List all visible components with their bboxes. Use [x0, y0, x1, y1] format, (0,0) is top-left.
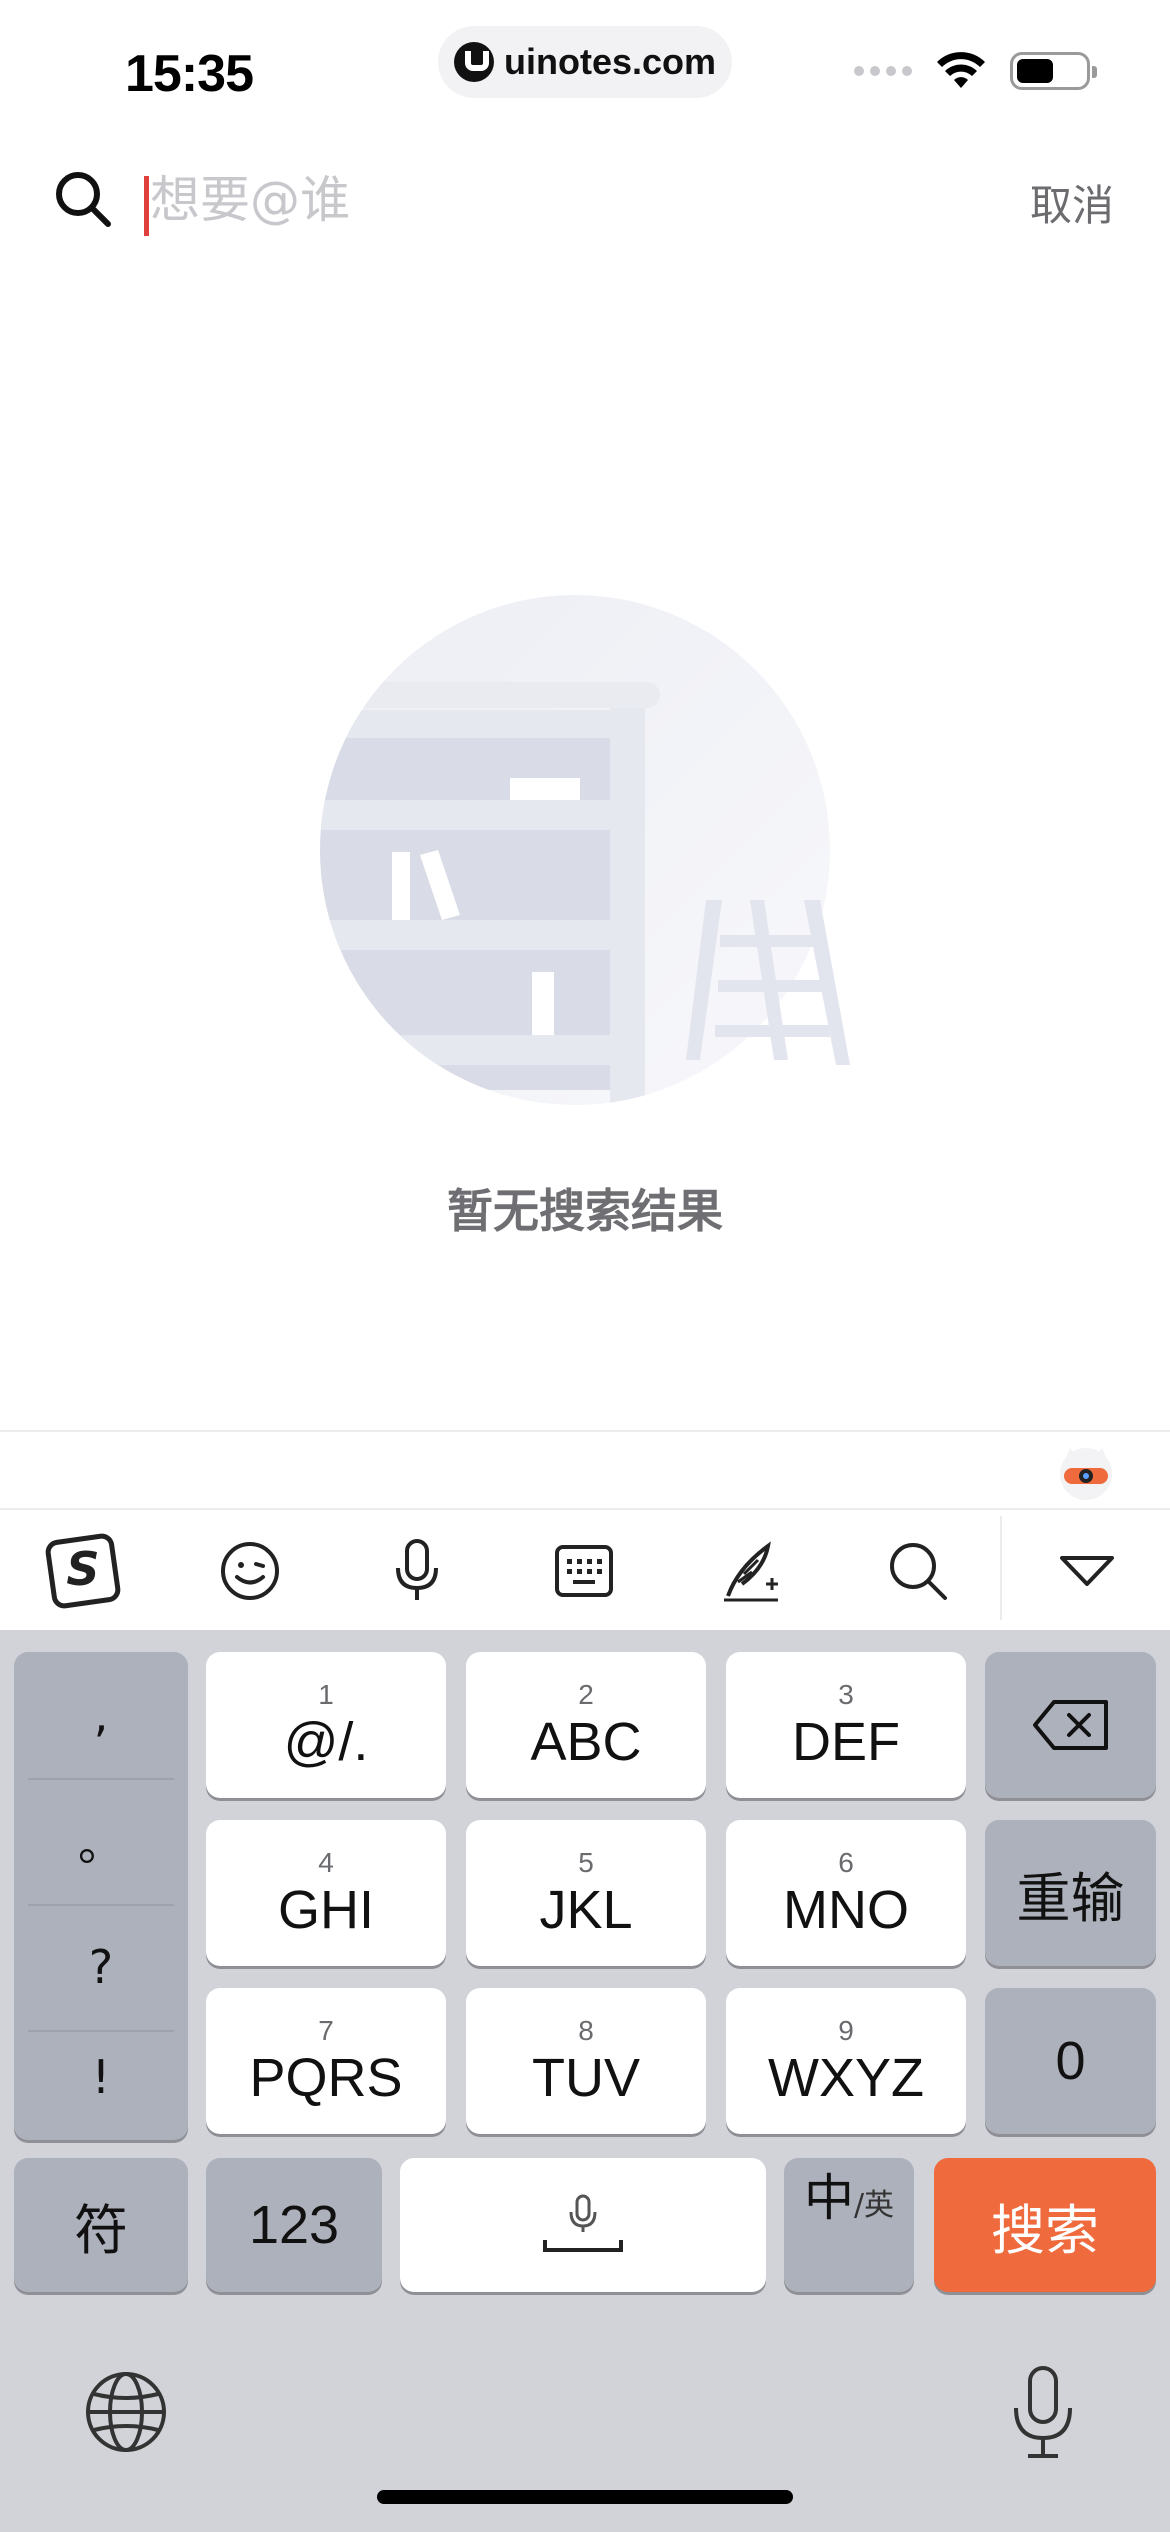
- symbol-key[interactable]: 符: [14, 2158, 188, 2292]
- dictation-mic-icon[interactable]: [1008, 2364, 1078, 2460]
- key-7[interactable]: 7 PQRS: [206, 1988, 446, 2134]
- cellular-signal-icon: [854, 66, 912, 76]
- key-0[interactable]: 0: [985, 1988, 1156, 2134]
- backspace-icon: [1032, 1700, 1108, 1750]
- key-5[interactable]: 5 JKL: [466, 1820, 706, 1966]
- search-key-label: 搜索: [991, 2198, 1099, 2262]
- key-number: 7: [318, 2015, 334, 2046]
- globe-icon[interactable]: [84, 2370, 168, 2454]
- key-letters: WXYZ: [768, 2048, 924, 2108]
- home-indicator[interactable]: [377, 2490, 793, 2504]
- sogou-logo-icon[interactable]: S: [42, 1530, 124, 1612]
- language-switch-key[interactable]: 中 /英: [784, 2158, 914, 2292]
- empty-state-message: 暂无搜索结果: [447, 1184, 723, 1238]
- numeric-label: 123: [248, 2195, 340, 2255]
- uinotes-logo-icon: [453, 42, 494, 82]
- key-4[interactable]: 4 GHI: [206, 1820, 446, 1966]
- punct-key-question[interactable]: ?: [14, 1904, 188, 2030]
- key-1[interactable]: 1 @/.: [206, 1652, 446, 1798]
- url-pill: uinotes.com: [438, 26, 732, 98]
- status-indicators: [854, 52, 1097, 90]
- key-number: 2: [578, 1679, 594, 1710]
- toolbar-divider: [1000, 1516, 1002, 1620]
- ime-search-icon[interactable]: [877, 1530, 959, 1612]
- language-main-label: 中: [803, 2169, 854, 2227]
- svg-text:S: S: [66, 1542, 99, 1596]
- key-letters: PQRS: [249, 2048, 403, 2108]
- key-number: 6: [838, 1847, 854, 1878]
- punctuation-column: , 。 ? !: [14, 1652, 188, 2140]
- reenter-label: 重输: [1016, 1866, 1125, 1930]
- key-letters: ABC: [530, 1712, 642, 1772]
- key-letters: DEF: [792, 1712, 900, 1772]
- key-2[interactable]: 2 ABC: [466, 1652, 706, 1798]
- status-time: 15:35: [125, 45, 254, 103]
- key-letters: JKL: [539, 1880, 633, 1940]
- key-letters: @/.: [283, 1712, 369, 1772]
- key-number: 9: [838, 2015, 854, 2046]
- language-sub-label: /英: [853, 2188, 895, 2223]
- search-icon: [56, 172, 111, 227]
- punct-key-comma[interactable]: ,: [14, 1652, 188, 1778]
- reenter-button[interactable]: 重输: [985, 1820, 1156, 1966]
- ime-toolbar: S: [0, 1508, 1170, 1630]
- key-number: 4: [318, 1847, 334, 1878]
- backspace-button[interactable]: [985, 1652, 1156, 1798]
- emoji-icon[interactable]: [209, 1530, 291, 1612]
- handwriting-icon[interactable]: [710, 1530, 792, 1612]
- key-8[interactable]: 8 TUV: [466, 1988, 706, 2134]
- ime-mascot-icon[interactable]: [1056, 1442, 1116, 1502]
- key-number: 3: [838, 1679, 854, 1710]
- keyboard-layout-icon[interactable]: [543, 1530, 625, 1612]
- key-number: 1: [318, 1679, 334, 1710]
- space-mic-icon: [543, 2194, 623, 2252]
- symbol-label: 符: [74, 2198, 128, 2262]
- punct-key-exclamation[interactable]: !: [14, 2014, 188, 2140]
- key-letters: GHI: [277, 1880, 374, 1940]
- key-letters: MNO: [783, 1880, 909, 1940]
- key-letters: TUV: [532, 2048, 640, 2108]
- text-cursor: [144, 176, 149, 236]
- key-6[interactable]: 6 MNO: [726, 1820, 966, 1966]
- zero-label: 0: [1055, 2031, 1086, 2091]
- voice-input-icon[interactable]: [376, 1530, 458, 1612]
- cancel-button[interactable]: 取消: [1030, 172, 1114, 233]
- wifi-icon: [937, 52, 985, 88]
- input-candidate-strip: [0, 1432, 1170, 1508]
- empty-bookshelf-illustration: [320, 595, 850, 1105]
- search-input[interactable]: [150, 160, 950, 240]
- numeric-key[interactable]: 123: [206, 2158, 382, 2292]
- space-key[interactable]: [400, 2158, 766, 2292]
- search-key[interactable]: 搜索: [934, 2158, 1156, 2292]
- collapse-keyboard-icon[interactable]: [1046, 1530, 1128, 1612]
- punct-key-period[interactable]: 。: [14, 1778, 188, 1904]
- key-9[interactable]: 9 WXYZ: [726, 1988, 966, 2134]
- key-number: 5: [578, 1847, 594, 1878]
- key-number: 8: [578, 2015, 594, 2046]
- battery-icon: [1010, 52, 1097, 90]
- url-text: uinotes.com: [503, 41, 717, 82]
- key-3[interactable]: 3 DEF: [726, 1652, 966, 1798]
